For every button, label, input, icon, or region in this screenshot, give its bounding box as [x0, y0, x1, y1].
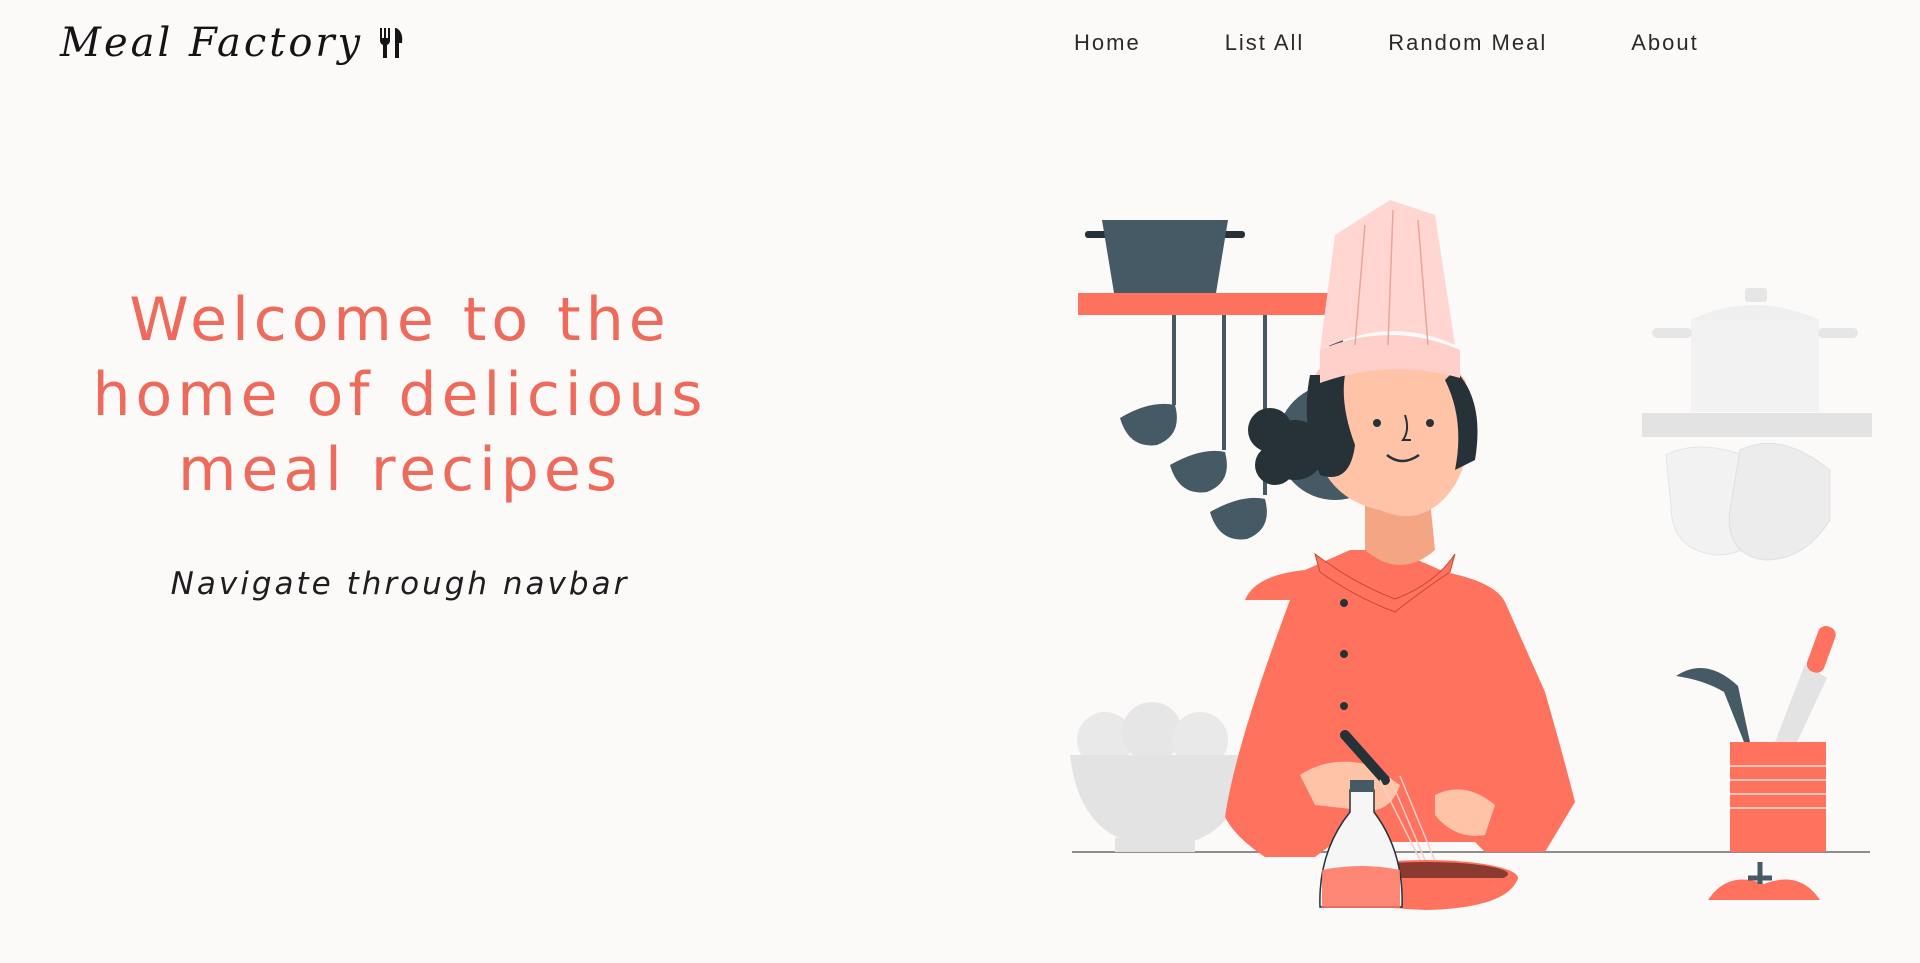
hero-title-line-3: meal recipes — [177, 435, 623, 505]
nav-random-meal[interactable]: Random Meal — [1388, 30, 1547, 56]
nav-home[interactable]: Home — [1074, 30, 1141, 56]
brand-name: Meal Factory — [60, 20, 364, 66]
navbar: Meal Factory Home List All Random Meal A… — [0, 0, 1920, 92]
hero-title-line-2: home of delicious — [92, 360, 708, 430]
brand-logo-link[interactable]: Meal Factory — [60, 20, 405, 66]
chef-illustration — [1060, 200, 1880, 914]
hero-title: Welcome to the home of delicious meal re… — [60, 283, 740, 508]
nav-links: Home List All Random Meal About — [1074, 30, 1699, 56]
hero-subtitle: Navigate through navbar — [170, 566, 630, 602]
nav-about[interactable]: About — [1631, 30, 1699, 56]
fork-knife-icon — [377, 26, 405, 60]
hero-title-line-1: Welcome to the — [129, 285, 671, 355]
nav-list-all[interactable]: List All — [1225, 30, 1305, 56]
